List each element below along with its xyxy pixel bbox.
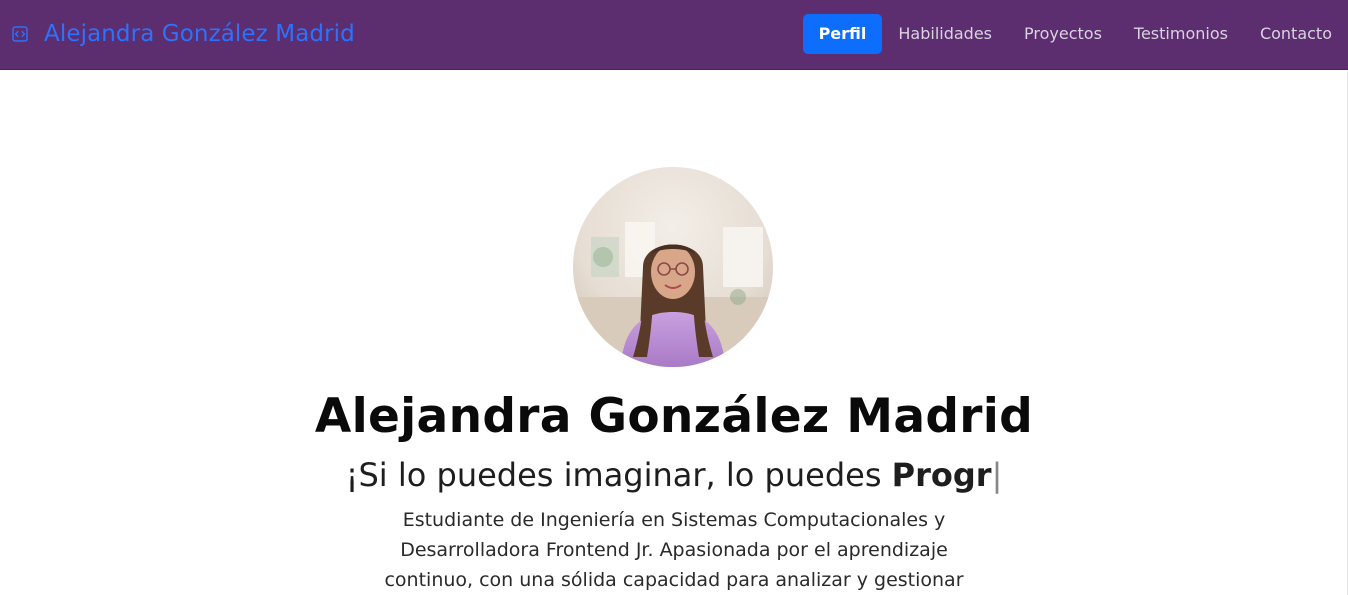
- nav-link-perfil[interactable]: Perfil: [802, 14, 883, 54]
- tagline-prefix: ¡Si lo puedes imaginar, lo puedes: [345, 456, 892, 494]
- navbar: Alejandra González Madrid Perfil Habilid…: [0, 0, 1348, 70]
- hero-bio: Estudiante de Ingeniería en Sistemas Com…: [384, 509, 964, 591]
- nav-link-proyectos[interactable]: Proyectos: [1008, 14, 1118, 54]
- typing-cursor: |: [991, 456, 1003, 494]
- nav-menu: Perfil Habilidades Proyectos Testimonios…: [802, 14, 1348, 54]
- brand-name: Alejandra González Madrid: [44, 21, 355, 47]
- hero-section: Alejandra González Madrid ¡Si lo puedes …: [0, 70, 1348, 595]
- profile-photo: [573, 167, 773, 367]
- nav-link-testimonios[interactable]: Testimonios: [1118, 14, 1244, 54]
- tagline-typed-word: Progr: [891, 456, 992, 494]
- nav-link-habilidades[interactable]: Habilidades: [882, 14, 1008, 54]
- hero-name: Alejandra González Madrid: [314, 389, 1034, 444]
- nav-link-contacto[interactable]: Contacto: [1244, 14, 1348, 54]
- brand-link[interactable]: Alejandra González Madrid: [12, 0, 355, 68]
- code-icon: [12, 26, 28, 42]
- hero-tagline: ¡Si lo puedes imaginar, lo puedes Progr|: [0, 456, 1348, 494]
